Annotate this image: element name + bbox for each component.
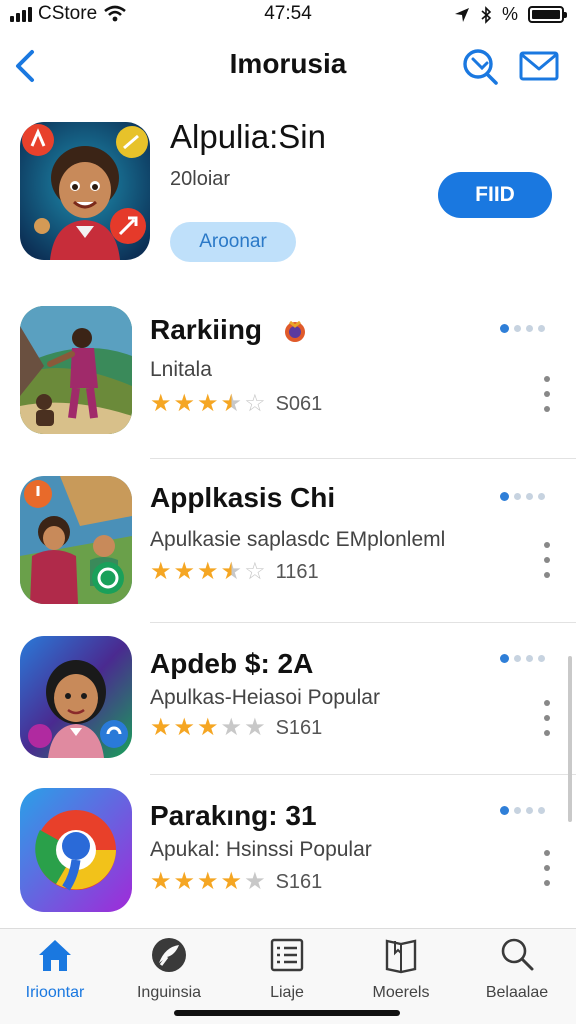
book-icon	[385, 939, 417, 974]
more-options-icon[interactable]	[540, 700, 554, 736]
star-rating-icons: ★ ★ ★ ★ ★	[150, 716, 266, 740]
star-icon: ★	[173, 558, 196, 585]
star-icon: ★	[197, 558, 219, 585]
star-icon: ★	[197, 390, 219, 417]
badge-icon	[285, 320, 305, 342]
app-description: Apulkasie saplasdc EMplonleml	[150, 528, 446, 551]
divider	[150, 774, 576, 775]
mail-icon[interactable]	[518, 48, 560, 84]
tab-label: Liaje	[270, 984, 304, 1001]
app-name: Apdeb $: 2A	[150, 648, 314, 679]
page-dots-icon	[500, 654, 545, 663]
divider	[150, 458, 576, 459]
rating-count: 1161	[275, 560, 319, 583]
rating-count: S161	[275, 716, 323, 739]
location-icon	[454, 7, 469, 22]
divider	[150, 622, 576, 623]
get-button[interactable]: FIID	[438, 172, 552, 218]
app-icon[interactable]	[20, 306, 132, 434]
star-icon: ★	[173, 714, 196, 741]
tab-models[interactable]: Moerels	[346, 935, 456, 1005]
list-item[interactable]: Rarkiing Lnitala ★ ★ ★ ★ ☆ S061	[0, 306, 576, 436]
star-icon: ★	[173, 868, 196, 895]
tab-label: Moerels	[372, 984, 430, 1001]
app-description: Lnitala	[150, 358, 212, 381]
app-icon[interactable]	[20, 476, 132, 604]
home-indicator[interactable]	[174, 1010, 400, 1016]
tab-discover[interactable]: Inguinsia	[114, 935, 224, 1005]
tab-search[interactable]: Belaalae	[462, 935, 572, 1005]
featured-app-name: Alpulia:Sin	[170, 118, 326, 155]
star-icon: ★	[197, 868, 219, 895]
app-description: Apukal: Hsinssi Popular	[150, 838, 372, 861]
scrollbar[interactable]	[568, 656, 572, 822]
page-dots-icon	[500, 806, 545, 815]
star-rating-icons: ★ ★ ★ ★ ☆	[150, 560, 266, 584]
status-right: %	[454, 4, 567, 25]
nav-bar: Imorusia	[0, 36, 576, 96]
star-icon: ★	[173, 390, 196, 417]
compass-icon	[152, 938, 186, 972]
featured-app-subtitle: 20loiar	[170, 168, 231, 190]
list-item[interactable]: Parakıng: 31 Apukal: Hsinssi Popular ★ ★ ★…	[0, 788, 576, 914]
tab-label: Inguinsia	[136, 984, 202, 1001]
app-rating: ★ ★ ★ ★ ★ S161	[150, 716, 322, 740]
tab-home[interactable]: Irioontar	[0, 935, 110, 1005]
rating-count: S161	[275, 870, 323, 893]
star-empty-icon: ☆	[244, 558, 266, 585]
app-icon[interactable]	[20, 788, 132, 912]
featured-tag[interactable]: Aroonar	[170, 222, 296, 262]
bluetooth-icon	[481, 5, 492, 24]
app-rating: ★ ★ ★ ★ ☆ 1161	[150, 560, 319, 584]
search-icon[interactable]	[460, 46, 500, 86]
star-rating-icons: ★ ★ ★ ★ ☆	[150, 392, 266, 416]
more-options-icon[interactable]	[540, 850, 554, 886]
list-item[interactable]: Apdeb $: 2A Apulkas-Heiasoi Popular ★ ★ ★ ★…	[0, 636, 576, 762]
app-name: Applkasis Chi	[150, 482, 336, 513]
battery-icon	[528, 6, 567, 23]
app-name: Rarkiing	[150, 314, 263, 345]
tab-list[interactable]: Liaje	[232, 935, 342, 1005]
page-dots-icon	[500, 492, 545, 501]
more-options-icon[interactable]	[540, 376, 554, 412]
rating-count: S061	[275, 392, 323, 415]
star-empty-icon: ★	[220, 714, 243, 741]
featured-app-icon[interactable]	[20, 122, 150, 260]
star-rating-icons: ★ ★ ★ ★ ★	[150, 870, 266, 894]
star-icon: ★	[197, 714, 219, 741]
app-rating: ★ ★ ★ ★ ★ S161	[150, 870, 322, 894]
more-options-icon[interactable]	[540, 542, 554, 578]
page-dots-icon	[500, 324, 545, 333]
app-name: Parakıng: 31	[150, 800, 317, 831]
list-icon	[270, 938, 304, 972]
tab-label: Belaalae	[485, 984, 549, 1001]
battery-percent: %	[501, 4, 518, 24]
star-half-icon: ★	[220, 558, 243, 585]
star-icon: ★	[150, 868, 172, 895]
app-description: Apulkas-Heiasoi Popular	[150, 686, 380, 709]
star-empty-icon: ★	[244, 868, 266, 895]
status-bar: CStore 47:54 %	[0, 0, 576, 30]
star-empty-icon: ☆	[244, 390, 266, 417]
featured-app[interactable]: Alpulia:Sin 20loiar Aroonar FIID	[0, 118, 576, 278]
tab-label: Irioontar	[25, 984, 85, 1001]
app-rating: ★ ★ ★ ★ ☆ S061	[150, 392, 322, 416]
star-half-icon: ★	[220, 390, 243, 417]
list-item[interactable]: Applkasis Chi Apulkasie saplasdc EMplonl…	[0, 474, 576, 604]
star-icon: ★	[220, 868, 243, 895]
house-icon	[39, 940, 71, 971]
app-icon[interactable]	[20, 636, 132, 758]
search-icon	[501, 938, 534, 971]
star-empty-icon: ★	[244, 714, 266, 741]
star-icon: ★	[150, 390, 172, 417]
star-icon: ★	[150, 558, 172, 585]
star-icon: ★	[150, 714, 172, 741]
